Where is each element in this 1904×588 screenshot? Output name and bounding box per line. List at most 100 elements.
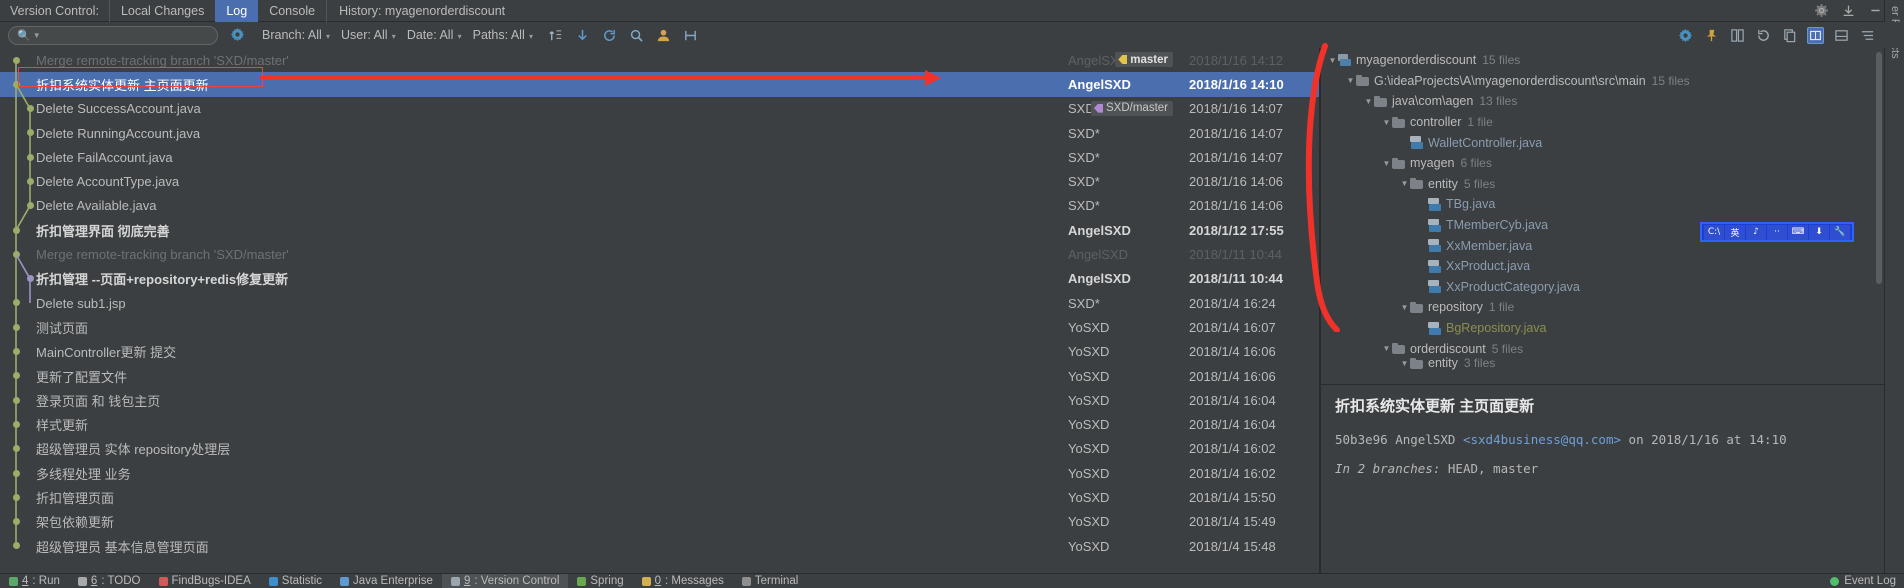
commit-row[interactable]: 登录页面 和 钱包主页 YoSXD 2018/1/4 16:04 (0, 388, 1319, 412)
commit-row[interactable]: 更新了配置文件 YoSXD 2018/1/4 16:06 (0, 364, 1319, 388)
statusbar-terminal[interactable]: Terminal (733, 574, 807, 588)
tab-log[interactable]: Log (215, 0, 259, 22)
chevron-down-icon[interactable]: ▼ (1399, 303, 1410, 312)
commit-row[interactable]: 折扣管理页面 YoSXD 2018/1/4 15:50 (0, 485, 1319, 509)
ime-button-3[interactable]: ·· (1767, 224, 1787, 240)
chevron-down-icon[interactable]: ▼ (1399, 179, 1410, 188)
commit-row[interactable]: Delete SuccessAccount.java SXD/master SXD*… (0, 97, 1319, 121)
commit-row[interactable]: Delete sub1.jsp SXD* 2018/1/4 16:24 (0, 291, 1319, 315)
commit-row[interactable]: 样式更新 YoSXD 2018/1/4 16:04 (0, 412, 1319, 436)
statusbar-todo[interactable]: 6: TODO (69, 574, 150, 588)
minimize-icon[interactable] (1867, 2, 1884, 19)
commit-row[interactable]: 超级管理员 基本信息管理页面 YoSXD 2018/1/4 15:48 (0, 534, 1319, 558)
commit-author-email[interactable]: <sxd4business@qq.com> (1463, 432, 1621, 447)
tab-console[interactable]: Console (258, 0, 326, 22)
ime-button-6[interactable]: 🔧 (1830, 224, 1850, 240)
statusbar-findbugs[interactable]: FindBugs-IDEA (150, 574, 260, 588)
copy-icon[interactable] (1781, 27, 1798, 44)
commit-row[interactable]: 折扣管理界面 彻底完善 AngelSXD 2018/1/12 17:55 (0, 218, 1319, 242)
chevron-down-icon[interactable]: ▼ (33, 31, 41, 40)
commit-row[interactable]: Delete FailAccount.java SXD* 2018/1/16 14:… (0, 145, 1319, 169)
settings-gear-icon[interactable] (1813, 2, 1830, 19)
show-long-edges-icon[interactable] (682, 27, 699, 44)
file-tree-node[interactable]: ▼WalletController.java (1321, 132, 1884, 153)
commit-row[interactable]: Delete RunningAccount.java SXD* 2018/1/16 … (0, 121, 1319, 145)
branch-ref-tag[interactable]: master (1115, 52, 1173, 67)
settings-gear-icon[interactable] (1677, 27, 1694, 44)
chevron-down-icon[interactable]: ▼ (1345, 76, 1356, 85)
refresh-icon[interactable] (601, 27, 618, 44)
filter-user[interactable]: User: All ▾ (341, 28, 396, 42)
commit-graph-cell (0, 340, 36, 364)
file-tree-node[interactable]: ▼ G:\ideaProjects\A\myagenorderdiscount\s… (1321, 71, 1884, 92)
commit-row[interactable]: 测试页面 YoSXD 2018/1/4 16:07 (0, 315, 1319, 339)
commit-row[interactable]: 折扣管理 --页面+repository+redis修复更新 AngelSXD 20… (0, 267, 1319, 291)
chevron-down-icon[interactable]: ▼ (1327, 56, 1338, 65)
changed-files-tree[interactable]: ▼ myagenorderdiscount 15 files ▼ G:\ideaProj… (1321, 48, 1884, 378)
commit-row[interactable]: 超级管理员 实体 repository处理层 YoSXD 2018/1/4 16:0… (0, 437, 1319, 461)
filter-date[interactable]: Date: All ▾ (407, 28, 462, 42)
filetree-scrollbar-thumb[interactable] (1876, 52, 1882, 284)
diff-icon[interactable] (1729, 27, 1746, 44)
statusbar-shortcut-key: 9 (463, 575, 471, 587)
group-icon[interactable] (1859, 27, 1876, 44)
file-tree-node[interactable]: ▼ controller 1 file (1321, 112, 1884, 133)
commit-row[interactable]: MainController更新 提交 YoSXD 2018/1/4 16:06 (0, 340, 1319, 364)
ime-button-4[interactable]: ⌨ (1788, 224, 1808, 240)
commit-row[interactable]: Delete Available.java SXD* 2018/1/16 14:06 (0, 194, 1319, 218)
file-tree-node[interactable]: ▼ orderdiscount 5 files (1321, 338, 1884, 359)
commit-row[interactable]: Merge remote-tracking branch 'SXD/master… (0, 242, 1319, 266)
preview-diff-icon[interactable] (1807, 26, 1824, 44)
chevron-down-icon[interactable]: ▼ (1381, 159, 1392, 168)
statusbar-run[interactable]: 4: Run (0, 574, 69, 588)
commit-list-pane[interactable]: Merge remote-tracking branch 'SXD/master… (0, 48, 1319, 573)
search-input[interactable]: 🔍 ▼ (8, 25, 218, 45)
tab-history[interactable]: History: myagenorderdiscount (326, 0, 516, 22)
file-tree-node[interactable]: ▼ java\com\agen 13 files (1321, 91, 1884, 112)
statusbar-spring[interactable]: Spring (568, 574, 632, 588)
filter-paths[interactable]: Paths: All ▾ (473, 28, 533, 42)
hide-icon[interactable] (1840, 2, 1857, 19)
chevron-down-icon[interactable]: ▼ (1363, 97, 1374, 106)
statusbar-version-control[interactable]: 9: Version Control (441, 573, 569, 588)
commit-row[interactable]: Delete AccountType.java SXD* 2018/1/16 14:… (0, 169, 1319, 193)
commit-table[interactable]: Merge remote-tracking branch 'SXD/master… (0, 48, 1319, 558)
commit-row[interactable]: 架包依赖更新 YoSXD 2018/1/4 15:49 (0, 510, 1319, 534)
pin-icon[interactable] (1703, 27, 1720, 44)
ime-button-5[interactable]: ⬇ (1809, 224, 1829, 240)
file-tree-node[interactable]: ▼ myagen 6 files (1321, 153, 1884, 174)
file-tree-node[interactable]: ▼ entity 3 files (1321, 356, 1884, 370)
file-tree-node[interactable]: ▼ entity 5 files (1321, 174, 1884, 195)
event-log-button[interactable]: Event Log (1830, 575, 1896, 587)
statusbar-messages[interactable]: 0: Messages (633, 574, 733, 588)
revert-icon[interactable] (1755, 27, 1772, 44)
filter-branch[interactable]: Branch: All ▾ (262, 28, 330, 42)
ime-floating-toolbar[interactable]: C:\ 英 ♪ ·· ⌨ ⬇ 🔧 (1700, 222, 1854, 242)
ime-button-1[interactable]: 英 (1725, 224, 1745, 240)
ime-button-0[interactable]: C:\ (1704, 224, 1724, 240)
statusbar-java-enterprise[interactable]: Java Enterprise (331, 574, 442, 588)
file-tree-node[interactable]: ▼ myagenorderdiscount 15 files (1321, 50, 1884, 71)
file-tree-node[interactable]: ▼XxProductCategory.java (1321, 277, 1884, 298)
commit-row[interactable]: 多线程处理 业务 YoSXD 2018/1/4 16:02 (0, 461, 1319, 485)
chevron-down-icon[interactable]: ▼ (1381, 344, 1392, 353)
file-tree-node[interactable]: ▼TBg.java (1321, 194, 1884, 215)
chevron-down-icon[interactable]: ▼ (1381, 118, 1392, 127)
filetree-scrollbar[interactable] (1876, 52, 1882, 352)
chevron-down-icon[interactable]: ▼ (1399, 359, 1410, 368)
branch-ref-tag[interactable]: SXD/master (1091, 100, 1173, 116)
intellisort-icon[interactable] (547, 27, 564, 44)
search-icon[interactable] (628, 27, 645, 44)
file-tree-node[interactable]: ▼BgRepository.java (1321, 318, 1884, 339)
file-tree-node[interactable]: ▼XxProduct.java (1321, 256, 1884, 277)
details-icon[interactable] (1833, 27, 1850, 44)
log-settings-gear-icon[interactable] (230, 27, 246, 43)
commit-row[interactable]: Merge remote-tracking branch 'SXD/master… (0, 48, 1319, 72)
tab-local-changes[interactable]: Local Changes (110, 0, 215, 22)
messages-icon (641, 576, 651, 586)
statusbar-statistic[interactable]: Statistic (260, 574, 331, 588)
file-tree-node[interactable]: ▼ repository 1 file (1321, 297, 1884, 318)
highlight-my-commits-icon[interactable] (655, 27, 672, 44)
collapse-icon[interactable] (574, 27, 591, 44)
ime-button-2[interactable]: ♪ (1746, 224, 1766, 240)
